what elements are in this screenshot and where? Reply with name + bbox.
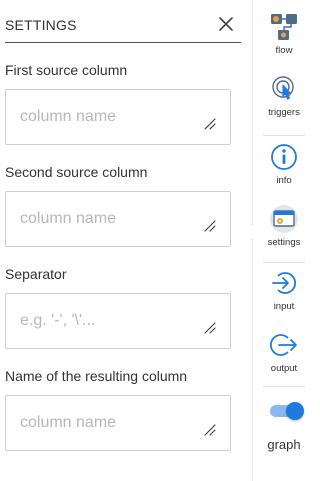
flow-icon <box>271 14 297 40</box>
graph-toggle-label: graph <box>267 437 301 452</box>
toggle-knob <box>286 402 304 420</box>
first-source-column-input[interactable] <box>6 90 230 144</box>
sidebar-item-label: input <box>273 301 295 312</box>
output-icon <box>269 334 297 356</box>
first-source-column-field <box>5 89 231 145</box>
sidebar-item-flow[interactable]: flow <box>253 12 315 56</box>
graph-toggle[interactable] <box>270 402 304 420</box>
resulting-column-input[interactable] <box>6 396 230 450</box>
separator-field <box>5 293 231 349</box>
resulting-column-label: Name of the resulting column <box>5 368 188 384</box>
settings-icon <box>270 205 298 233</box>
close-icon <box>219 17 233 31</box>
separator-input[interactable] <box>6 294 230 348</box>
sidebar-item-triggers[interactable]: triggers <box>253 74 315 118</box>
info-icon <box>271 144 297 170</box>
second-source-column-field <box>5 191 231 247</box>
triggers-icon <box>272 76 294 100</box>
sidebar-item-label: settings <box>267 237 301 248</box>
close-button[interactable] <box>217 15 235 33</box>
sidebar-separator <box>263 386 305 387</box>
panel-header: SETTINGS <box>5 0 241 43</box>
panel-title: SETTINGS <box>5 17 77 33</box>
sidebar-item-settings[interactable]: settings <box>253 204 315 248</box>
first-source-column-label: First source column <box>5 62 128 78</box>
sidebar-separator <box>263 262 305 263</box>
sidebar-item-info[interactable]: info <box>253 142 315 186</box>
input-icon <box>272 272 297 294</box>
sidebar-item-output[interactable]: output <box>253 330 315 374</box>
sidebar-separator <box>263 135 305 136</box>
second-source-column-input[interactable] <box>6 192 230 246</box>
resulting-column-field <box>5 395 231 451</box>
sidebar-item-input[interactable]: input <box>253 268 315 312</box>
settings-panel: SETTINGS First source column Second sour… <box>0 0 252 481</box>
separator-label: Separator <box>5 266 67 282</box>
sidebar-item-label: output <box>270 363 298 374</box>
sidebar-item-label: flow <box>275 45 293 56</box>
sidebar-item-label: info <box>276 175 292 186</box>
sidebar-item-label: triggers <box>268 107 300 118</box>
second-source-column-label: Second source column <box>5 164 148 180</box>
